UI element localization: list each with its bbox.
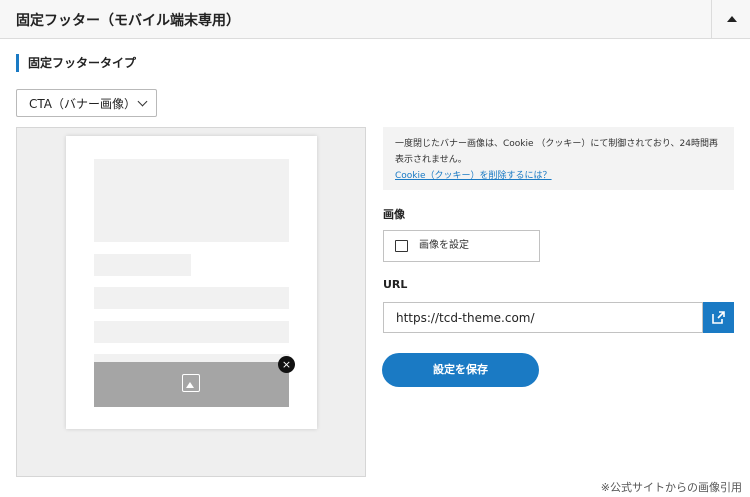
- save-settings-button[interactable]: 設定を保存: [382, 353, 539, 387]
- footer-type-value: CTA（バナー画像）: [29, 97, 136, 111]
- url-input[interactable]: [383, 302, 703, 333]
- collapse-button[interactable]: [711, 0, 750, 38]
- cta-banner-preview: [94, 362, 289, 407]
- placeholder-text-block: [94, 321, 289, 343]
- image-credit: ※公式サイトからの画像引用: [600, 481, 742, 494]
- open-url-button[interactable]: [703, 302, 734, 333]
- cookie-notice: 一度閉じたバナー画像は、Cookie （クッキー）にて制御されており、24時間再…: [383, 127, 734, 190]
- footer-type-select[interactable]: CTA（バナー画像）: [16, 89, 157, 117]
- url-label: URL: [383, 278, 408, 291]
- section-title: 固定フッタータイプ: [16, 54, 136, 72]
- chevron-down-icon: [137, 96, 148, 107]
- panel-title: 固定フッター（モバイル端末専用）: [16, 13, 240, 29]
- phone-mockup: ×: [66, 136, 317, 429]
- notice-text: 一度閉じたバナー画像は、Cookie （クッキー）にて制御されており、24時間再…: [395, 139, 718, 165]
- image-label: 画像: [383, 208, 405, 221]
- panel-header: 固定フッター（モバイル端末専用）: [0, 0, 750, 39]
- cookie-help-link[interactable]: Cookie（クッキー）を削除するには？: [395, 168, 722, 184]
- triangle-up-icon: [727, 16, 737, 22]
- image-icon: [182, 374, 200, 392]
- add-image-icon: [395, 240, 408, 252]
- preview-area: ×: [16, 127, 366, 477]
- external-link-icon: [712, 311, 725, 324]
- close-icon[interactable]: ×: [278, 356, 295, 373]
- set-image-button[interactable]: 画像を設定: [383, 230, 540, 262]
- set-image-label: 画像を設定: [419, 240, 469, 251]
- placeholder-image-block: [94, 159, 289, 242]
- placeholder-text-block: [94, 287, 289, 309]
- placeholder-title-block: [94, 254, 191, 276]
